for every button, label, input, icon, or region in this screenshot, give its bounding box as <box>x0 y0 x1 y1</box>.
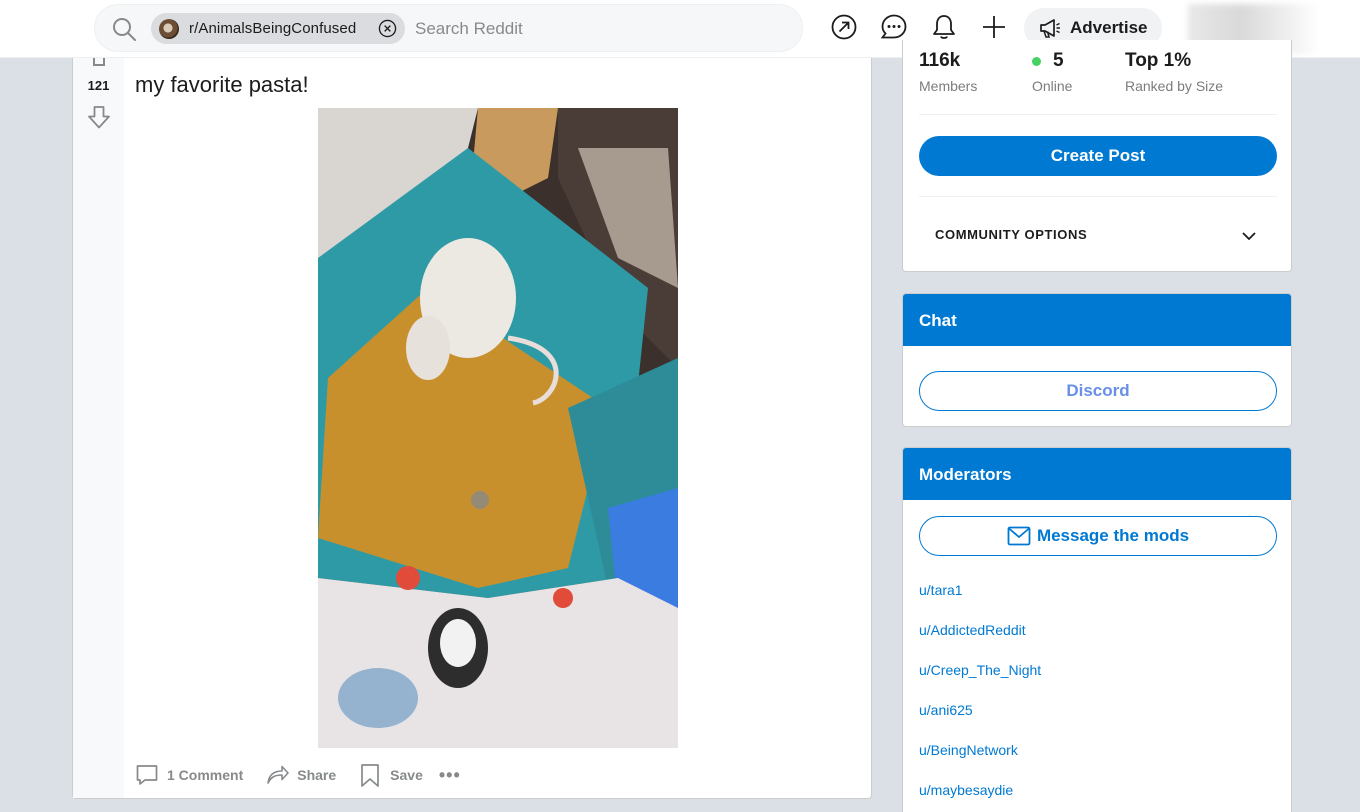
bookmark-icon <box>361 764 380 787</box>
online-count: 5 <box>1053 50 1064 71</box>
divider <box>919 114 1277 115</box>
chevron-down-icon[interactable] <box>1239 226 1259 246</box>
plus-icon[interactable] <box>980 13 1008 41</box>
message-mods-button[interactable]: Message the mods <box>919 516 1277 556</box>
discord-button[interactable]: Discord <box>919 371 1277 411</box>
rank-stat: Top 1% Ranked by Size <box>1125 50 1223 94</box>
members-stat: 116k Members <box>919 50 977 94</box>
save-button[interactable]: Save <box>358 763 423 787</box>
post-score: 121 <box>87 78 110 93</box>
moderators-card-title: Moderators <box>903 448 1291 500</box>
share-button[interactable]: Share <box>265 763 336 787</box>
upvote-icon[interactable] <box>93 58 105 66</box>
moderator-link[interactable]: u/ani625 <box>919 702 1041 742</box>
search-icon <box>113 18 136 41</box>
chat-card-title: Chat <box>903 294 1291 346</box>
downvote-icon[interactable] <box>86 104 112 130</box>
divider <box>919 196 1277 197</box>
post-title[interactable]: my favorite pasta! <box>135 72 309 98</box>
community-options-toggle[interactable]: COMMUNITY OPTIONS <box>935 227 1087 242</box>
post-image[interactable] <box>318 108 678 748</box>
share-icon <box>267 765 290 784</box>
subreddit-avatar <box>159 18 179 39</box>
moderator-link[interactable]: u/BeingNetwork <box>919 742 1041 782</box>
popular-icon[interactable] <box>830 13 858 41</box>
online-dot-icon <box>1032 56 1041 66</box>
moderator-link[interactable]: u/AddictedReddit <box>919 622 1041 662</box>
more-options-icon[interactable]: ••• <box>439 765 461 786</box>
rat-in-pasta-photo <box>318 108 678 748</box>
moderators-card: Moderators Message the mods u/tara1 u/Ad… <box>902 447 1292 812</box>
moderator-link[interactable]: u/maybesaydie <box>919 782 1041 812</box>
advertise-label: Advertise <box>1070 18 1148 37</box>
subreddit-filter-chip[interactable]: r/AnimalsBeingConfused <box>151 13 405 44</box>
post-actions-bar: 1 Comment Share Save ••• <box>135 760 461 790</box>
save-label: Save <box>390 767 423 783</box>
community-about-card: 116k Members 5 Online Top 1% Ranked by S… <box>902 40 1292 272</box>
search-bar[interactable]: r/AnimalsBeingConfused Search Reddit <box>94 4 803 52</box>
moderator-link[interactable]: u/tara1 <box>919 582 1041 622</box>
vote-column: 121 <box>73 58 124 798</box>
comment-icon <box>136 765 158 785</box>
post-card: 121 my favorite pasta! 1 Comment Share S… <box>72 58 872 799</box>
chat-card: Chat Discord <box>902 293 1292 427</box>
subreddit-chip-label: r/AnimalsBeingConfused <box>189 20 357 37</box>
clear-chip-icon[interactable] <box>378 19 397 38</box>
rank-value: Top 1% <box>1125 50 1192 71</box>
search-input[interactable]: Search Reddit <box>415 19 523 39</box>
create-post-button[interactable]: Create Post <box>919 136 1277 176</box>
online-stat: 5 Online <box>1032 50 1072 94</box>
comments-button[interactable]: 1 Comment <box>135 763 243 787</box>
megaphone-icon <box>1040 19 1060 38</box>
moderator-link[interactable]: u/Creep_The_Night <box>919 662 1041 702</box>
notification-bell-icon[interactable] <box>930 13 958 41</box>
comments-label: 1 Comment <box>167 767 244 783</box>
mail-icon <box>1007 526 1031 546</box>
members-label: Members <box>919 78 978 94</box>
chat-icon[interactable] <box>880 13 908 41</box>
moderator-list: u/tara1 u/AddictedReddit u/Creep_The_Nig… <box>919 582 1041 812</box>
rank-label: Ranked by Size <box>1125 78 1224 94</box>
message-mods-label: Message the mods <box>1036 526 1190 545</box>
share-label: Share <box>297 767 337 783</box>
online-label: Online <box>1032 78 1073 94</box>
members-count: 116k <box>919 50 961 71</box>
